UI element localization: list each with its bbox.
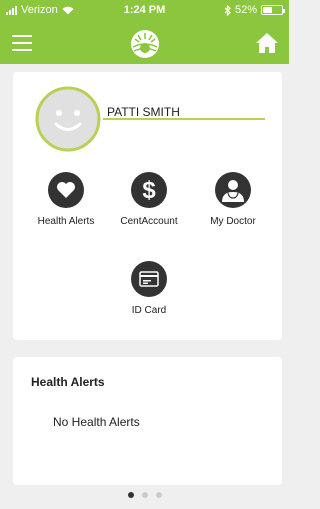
my-doctor-button[interactable]: My Doctor bbox=[187, 172, 279, 227]
health-alerts-label: Health Alerts bbox=[37, 216, 95, 227]
page-dot[interactable] bbox=[155, 492, 162, 498]
user-name: PATTI SMITH bbox=[107, 105, 180, 119]
page-dot[interactable] bbox=[127, 492, 134, 498]
my-doctor-label: My Doctor bbox=[210, 216, 256, 227]
id-card-icon bbox=[131, 261, 167, 297]
page-indicator bbox=[0, 492, 289, 498]
doctor-icon bbox=[215, 172, 251, 208]
id-card-button[interactable]: ID Card bbox=[103, 261, 195, 316]
smiley-avatar-icon[interactable] bbox=[35, 86, 101, 152]
centaccount-label: CentAccount bbox=[120, 216, 178, 227]
centaccount-button[interactable]: $ CentAccount bbox=[103, 172, 195, 227]
hamburger-menu-icon[interactable] bbox=[12, 35, 32, 51]
health-alerts-card: Health Alerts No Health Alerts bbox=[13, 357, 282, 485]
heart-icon bbox=[48, 172, 84, 208]
sunrise-logo-icon bbox=[131, 30, 159, 58]
status-right-group: 52% bbox=[224, 4, 285, 16]
id-card-label: ID Card bbox=[131, 305, 167, 316]
bluetooth-icon bbox=[224, 4, 231, 16]
status-bar: Verizon 1:24 PM 52% bbox=[0, 0, 289, 22]
dollar-icon: $ bbox=[131, 172, 167, 208]
battery-percent: 52% bbox=[234, 4, 257, 16]
home-icon[interactable] bbox=[255, 32, 279, 54]
battery-icon bbox=[261, 5, 285, 15]
page-dot[interactable] bbox=[141, 492, 148, 498]
app-header bbox=[0, 22, 289, 64]
health-alerts-heading: Health Alerts bbox=[31, 375, 105, 389]
no-alerts-message: No Health Alerts bbox=[53, 415, 140, 429]
svg-text:$: $ bbox=[142, 177, 156, 203]
profile-card: PATTI SMITH Health Alerts $ CentAccount … bbox=[13, 72, 282, 340]
health-alerts-button[interactable]: Health Alerts bbox=[20, 172, 112, 227]
name-underline bbox=[103, 118, 265, 120]
battery-fill bbox=[263, 7, 272, 13]
